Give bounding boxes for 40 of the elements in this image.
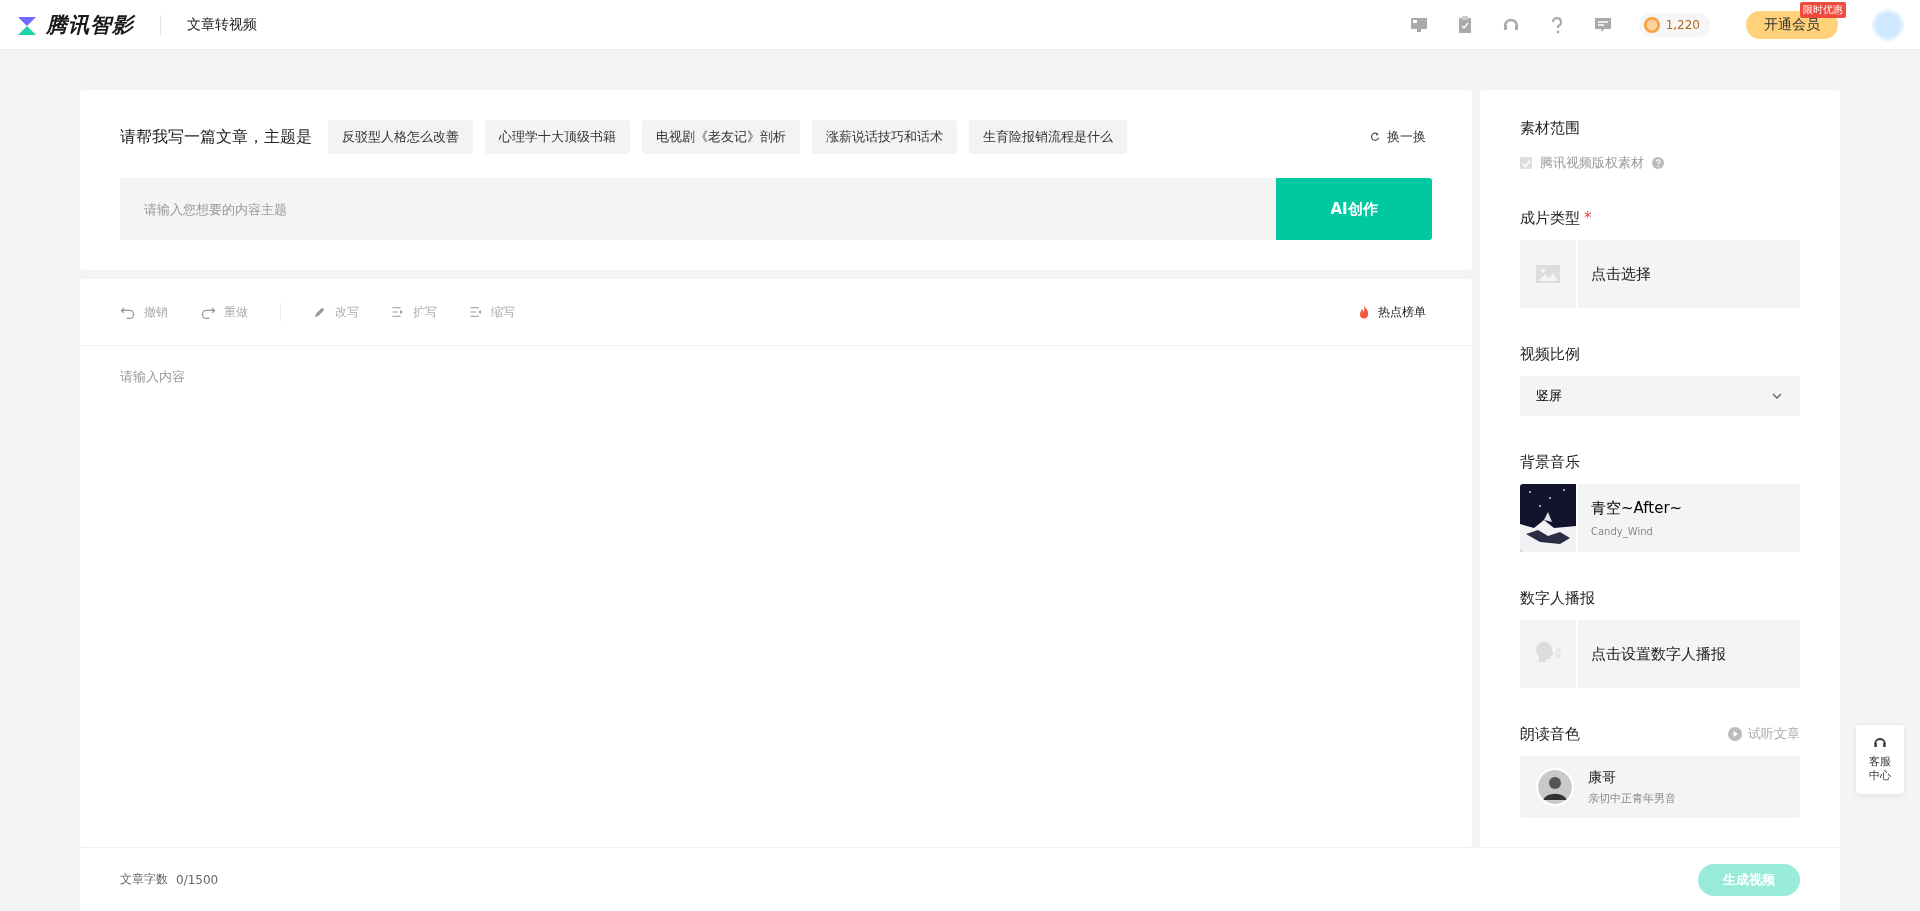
play-icon: [1728, 727, 1742, 741]
section-title: 视频比例: [1520, 344, 1580, 364]
word-count-label: 文章字数: [120, 871, 168, 888]
prompt-lead: 请帮我写一篇文章，主题是: [120, 126, 312, 148]
checkbox-label: 腾讯视频版权素材: [1540, 154, 1644, 172]
section-title: 素材范围: [1520, 118, 1580, 138]
section-title: 成片类型: [1520, 208, 1580, 228]
help-icon: [1652, 157, 1664, 169]
voice-card[interactable]: 康哥 亲切中正青年男音: [1520, 756, 1800, 818]
promo-badge: 限时优惠: [1800, 1, 1846, 18]
voice-description: 亲切中正青年男音: [1588, 790, 1676, 806]
coin-balance[interactable]: 1,220: [1638, 12, 1710, 37]
coin-icon: [1642, 15, 1661, 34]
topic-chip[interactable]: 反驳型人格怎么改善: [328, 120, 473, 154]
ratio-select[interactable]: 竖屏: [1520, 376, 1800, 416]
page-title: 文章转视频: [187, 15, 257, 34]
section-title: 朗读音色: [1520, 724, 1580, 744]
topic-chip[interactable]: 涨薪说话技巧和话术: [812, 120, 957, 154]
support-button[interactable]: 客服中心: [1856, 725, 1904, 794]
voice-name: 康哥: [1588, 768, 1617, 787]
pen-icon: [313, 305, 327, 319]
user-avatar[interactable]: [1872, 8, 1904, 41]
word-count: 0/1500: [176, 872, 219, 887]
music-picker[interactable]: 青空~After~ Candy_Wind: [1520, 484, 1800, 552]
type-picker[interactable]: 点击选择: [1520, 240, 1800, 308]
section-title: 背景音乐: [1520, 452, 1580, 472]
section-title: 数字人播报: [1520, 588, 1595, 608]
brand-name: 腾讯智影: [46, 11, 134, 39]
avatar-icon: [1536, 768, 1574, 806]
topic-chip[interactable]: 电视剧《老友记》剖析: [642, 120, 800, 154]
refresh-icon: [1369, 131, 1381, 143]
lines-arrow-icon: [469, 305, 483, 319]
avatar-picker[interactable]: 点击设置数字人播报: [1520, 620, 1800, 688]
hot-list-button[interactable]: 热点榜单: [1350, 302, 1432, 322]
refresh-button[interactable]: 换一换: [1363, 127, 1432, 147]
topic-input[interactable]: 请输入您想要的内容主题: [120, 178, 1276, 240]
required-mark: *: [1584, 208, 1592, 228]
topic-chip[interactable]: 生育险报销流程是什么: [969, 120, 1127, 154]
lines-arrow-icon: [391, 305, 405, 319]
topic-chip[interactable]: 心理学十大顶级书籍: [485, 120, 630, 154]
